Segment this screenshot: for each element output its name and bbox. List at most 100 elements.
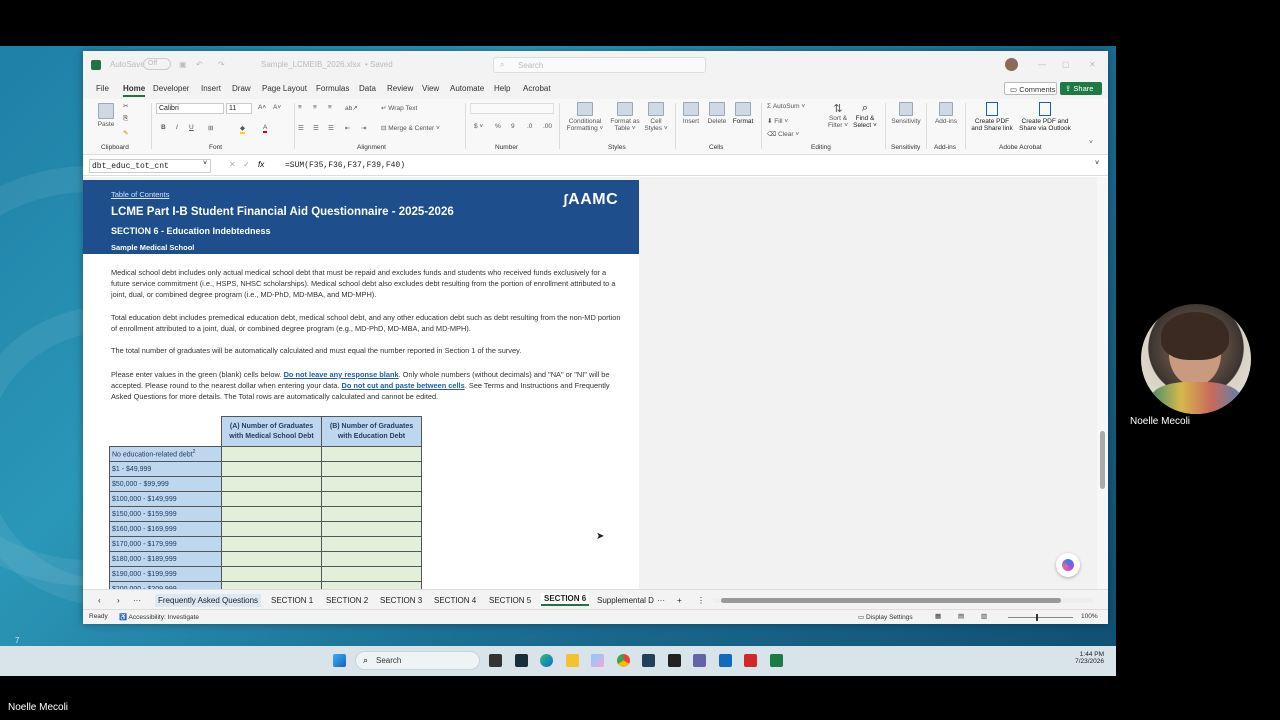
align-left-icon[interactable]: ☰	[298, 124, 304, 132]
sheet-tab-section-2[interactable]: SECTION 2	[326, 596, 368, 605]
menu-tab-data[interactable]: Data	[359, 84, 376, 93]
underline-icon[interactable]: U	[189, 124, 194, 131]
fill-button[interactable]: ⬇ Fill ˅	[767, 117, 788, 125]
photos-icon[interactable]	[591, 654, 604, 667]
align-middle-icon[interactable]: ≡	[313, 104, 317, 111]
format-painter-icon[interactable]: ✎	[123, 129, 128, 137]
fill-color-icon[interactable]: ◆	[240, 124, 245, 134]
input-cell-b[interactable]	[321, 446, 422, 462]
copy-icon[interactable]: ⎘	[123, 115, 128, 123]
cell-styles-button[interactable]: Cell Styles ˅	[643, 102, 669, 132]
accessibility-status[interactable]: ♿ Accessibility: Investigate	[119, 613, 199, 621]
outlook-icon[interactable]	[719, 654, 732, 667]
input-cell-b[interactable]	[321, 491, 422, 507]
name-box-dropdown-icon[interactable]: ˅	[203, 160, 207, 167]
expand-formula-icon[interactable]: ˅	[1095, 160, 1099, 167]
app-icon[interactable]	[642, 654, 655, 667]
media-icon[interactable]	[668, 654, 681, 667]
percent-icon[interactable]: %	[495, 123, 501, 130]
worksheet[interactable]: Table of Contents LCME Part I-B Student …	[83, 177, 1097, 589]
more-sheets-icon[interactable]: ···	[133, 596, 141, 605]
terminal-icon[interactable]	[515, 654, 528, 667]
menu-tab-review[interactable]: Review	[387, 84, 413, 93]
decrease-font-icon[interactable]: A˅	[273, 104, 281, 111]
menu-tab-view[interactable]: View	[422, 84, 439, 93]
sheet-tab-section-1[interactable]: SECTION 1	[271, 596, 313, 605]
share-button[interactable]: ⇪ Share	[1060, 82, 1102, 95]
vertical-scrollbar[interactable]	[1097, 177, 1108, 589]
cancel-formula-icon[interactable]: ✕	[229, 160, 236, 169]
copilot-button[interactable]	[1056, 553, 1080, 577]
taskbar-search[interactable]: ⌕ Search	[355, 651, 480, 670]
input-cell-b[interactable]	[321, 461, 422, 477]
menu-tab-file[interactable]: File	[96, 84, 109, 93]
paste-button[interactable]: Paste	[95, 103, 117, 128]
align-top-icon[interactable]: ≡	[298, 104, 302, 111]
user-avatar[interactable]	[1005, 58, 1018, 71]
align-bottom-icon[interactable]: ≡	[328, 104, 332, 111]
undo-icon[interactable]: ↶	[196, 60, 203, 69]
align-right-icon[interactable]: ☰	[328, 124, 334, 132]
bold-icon[interactable]: B	[161, 124, 166, 131]
page-layout-view-icon[interactable]: ▤	[958, 612, 964, 620]
sheets-overflow-icon[interactable]: ···	[657, 596, 665, 605]
sheet-tab-section-6[interactable]: SECTION 6	[541, 593, 590, 606]
start-icon[interactable]	[333, 654, 346, 667]
file-explorer-icon[interactable]	[566, 654, 579, 667]
prev-sheet-icon[interactable]: ‹	[98, 596, 101, 605]
no-blank-link[interactable]: Do not leave any response blank	[284, 370, 399, 379]
italic-icon[interactable]: I	[176, 124, 178, 131]
sheet-tab-frequently-asked-questions[interactable]: Frequently Asked Questions	[155, 594, 262, 607]
currency-icon[interactable]: $ ˅	[474, 123, 483, 130]
wrap-text-button[interactable]: ↵ Wrap Text	[381, 104, 417, 112]
input-cell-a[interactable]	[221, 581, 322, 589]
sheet-tab-section-4[interactable]: SECTION 4	[434, 596, 476, 605]
horizontal-scrollbar[interactable]	[713, 598, 1093, 603]
clear-button[interactable]: ⌫ Clear ˅	[767, 130, 799, 138]
format-as-table-button[interactable]: Format as Table ˅	[609, 102, 641, 132]
input-cell-b[interactable]	[321, 551, 422, 567]
insert-cells-button[interactable]: Insert	[679, 102, 703, 125]
orientation-icon[interactable]: ab↗	[345, 104, 358, 112]
font-size-dropdown[interactable]: 11	[226, 103, 252, 114]
clock[interactable]: 1:44 PM 7/23/2026	[1064, 651, 1104, 665]
chrome-icon[interactable]	[617, 654, 630, 667]
conditional-formatting-button[interactable]: Conditional Formatting ˅	[563, 102, 607, 132]
align-center-icon[interactable]: ☰	[313, 124, 319, 132]
find-select-button[interactable]: ⌕ Find & Select ˅	[851, 102, 879, 129]
sort-filter-button[interactable]: ⇅ Sort & Filter ˅	[825, 102, 851, 129]
horizontal-scroll-thumb[interactable]	[721, 598, 1061, 603]
input-cell-b[interactable]	[321, 521, 422, 537]
menu-tab-draw[interactable]: Draw	[232, 84, 251, 93]
input-cell-b[interactable]	[321, 506, 422, 522]
input-cell-a[interactable]	[221, 461, 322, 477]
input-cell-a[interactable]	[221, 506, 322, 522]
cut-icon[interactable]: ✂	[123, 102, 128, 110]
create-pdf-outlook-button[interactable]: Create PDF and Share via Outlook	[1017, 102, 1073, 132]
decrease-indent-icon[interactable]: ⇤	[345, 124, 350, 132]
redo-icon[interactable]: ↷	[218, 60, 225, 69]
input-cell-a[interactable]	[221, 491, 322, 507]
add-sheet-icon[interactable]: +	[677, 596, 682, 605]
font-name-dropdown[interactable]: Calibri	[156, 103, 224, 114]
task-view-icon[interactable]	[489, 654, 502, 667]
vertical-scroll-thumb[interactable]	[1100, 431, 1105, 489]
menu-tab-formulas[interactable]: Formulas	[316, 84, 349, 93]
enter-formula-icon[interactable]: ✓	[243, 160, 250, 169]
comments-button[interactable]: ▭ Comments	[1004, 82, 1057, 95]
input-cell-a[interactable]	[221, 476, 322, 492]
delete-cells-button[interactable]: Delete	[705, 102, 729, 125]
no-cut-paste-link[interactable]: Do not cut and paste between cells	[342, 381, 465, 390]
sheet-tab-section-3[interactable]: SECTION 3	[380, 596, 422, 605]
menu-tab-automate[interactable]: Automate	[450, 84, 484, 93]
menu-tab-acrobat[interactable]: Acrobat	[523, 84, 551, 93]
next-sheet-icon[interactable]: ›	[117, 596, 120, 605]
excel-taskbar-icon[interactable]	[770, 654, 783, 667]
zoom-level[interactable]: 100%	[1081, 613, 1098, 620]
sensitivity-button[interactable]: Sensitivity	[889, 102, 923, 125]
addins-button[interactable]: Add-ins	[931, 102, 961, 125]
collapse-ribbon-icon[interactable]: ˅	[1089, 139, 1093, 146]
toc-link[interactable]: Table of Contents	[111, 190, 169, 199]
display-settings-button[interactable]: ▭ Display Settings	[858, 613, 913, 621]
teams-icon[interactable]	[693, 654, 706, 667]
